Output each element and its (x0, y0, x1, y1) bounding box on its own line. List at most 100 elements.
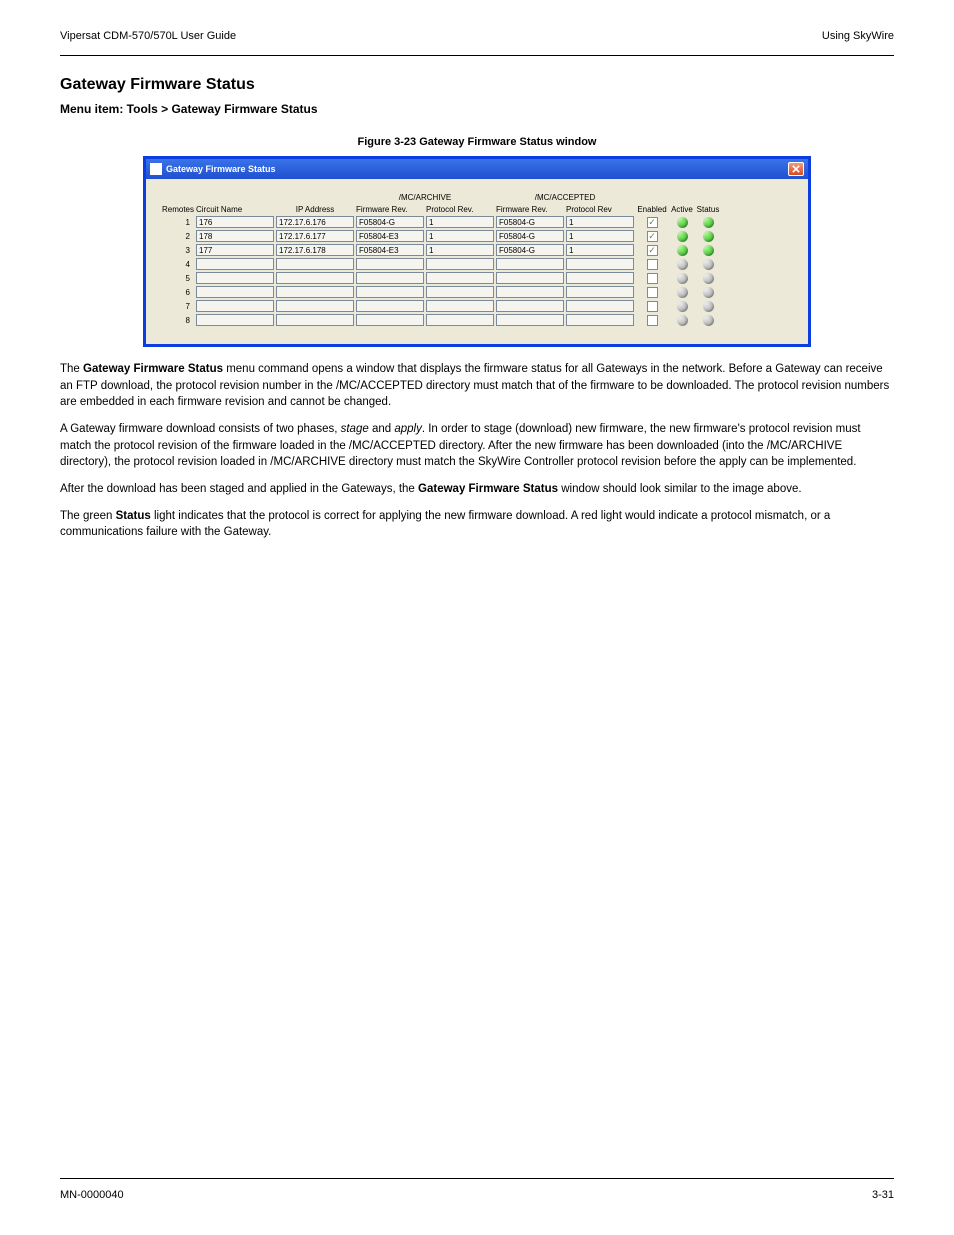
active-led (677, 231, 688, 242)
col-status: Status (696, 205, 720, 214)
active-led (677, 315, 688, 326)
page-header: Vipersat CDM-570/570L User Guide Using S… (0, 0, 954, 52)
firmware-archive-input[interactable] (356, 244, 424, 256)
close-button[interactable] (788, 162, 804, 176)
firmware-archive-input[interactable] (356, 230, 424, 242)
ip-address-input[interactable] (276, 216, 354, 228)
protocol-accepted-input[interactable] (566, 230, 634, 242)
circuit-name-input[interactable] (196, 300, 274, 312)
enabled-checkbox[interactable] (647, 273, 658, 284)
protocol-accepted-input[interactable] (566, 258, 634, 270)
firmware-archive-input[interactable] (356, 258, 424, 270)
protocol-archive-input[interactable] (426, 216, 494, 228)
protocol-archive-input[interactable] (426, 244, 494, 256)
protocol-accepted-input[interactable] (566, 314, 634, 326)
enabled-checkbox[interactable] (647, 287, 658, 298)
ip-address-input[interactable] (276, 272, 354, 284)
row-number: 4 (156, 260, 194, 269)
row-number: 6 (156, 288, 194, 297)
status-led (703, 259, 714, 270)
group-header-accepted: /MC/ACCEPTED (496, 193, 634, 203)
group-header-archive: /MC/ARCHIVE (356, 193, 494, 203)
firmware-archive-input[interactable] (356, 300, 424, 312)
protocol-archive-input[interactable] (426, 314, 494, 326)
enabled-checkbox[interactable] (647, 231, 658, 242)
protocol-accepted-input[interactable] (566, 244, 634, 256)
firmware-accepted-input[interactable] (496, 272, 564, 284)
col-circuit: Circuit Name (196, 205, 274, 214)
col-active: Active (670, 205, 694, 214)
paragraph-4: The green Status light indicates that th… (60, 508, 894, 541)
app-icon (150, 163, 162, 175)
col-enabled: Enabled (636, 205, 668, 214)
protocol-archive-input[interactable] (426, 300, 494, 312)
firmware-accepted-input[interactable] (496, 300, 564, 312)
circuit-name-input[interactable] (196, 244, 274, 256)
protocol-accepted-input[interactable] (566, 272, 634, 284)
col-remotes: Remotes (156, 205, 194, 214)
active-led (677, 287, 688, 298)
protocol-archive-input[interactable] (426, 272, 494, 284)
section-title: Gateway Firmware Status (60, 76, 894, 94)
row-number: 8 (156, 316, 194, 325)
active-led (677, 217, 688, 228)
status-grid: /MC/ARCHIVE/MC/ACCEPTED RemotesCircuit Na… (156, 193, 798, 326)
col-protorev-archive: Protocol Rev. (426, 205, 494, 214)
circuit-name-input[interactable] (196, 230, 274, 242)
section-subtitle: Menu item: Tools > Gateway Firmware Stat… (60, 102, 894, 116)
firmware-archive-input[interactable] (356, 286, 424, 298)
close-icon (792, 165, 800, 173)
protocol-archive-input[interactable] (426, 230, 494, 242)
footer-right: 3-31 (872, 1189, 894, 1201)
firmware-accepted-input[interactable] (496, 286, 564, 298)
circuit-name-input[interactable] (196, 286, 274, 298)
firmware-archive-input[interactable] (356, 314, 424, 326)
paragraph-3: After the download has been staged and a… (60, 481, 894, 498)
row-number: 3 (156, 246, 194, 255)
status-led (703, 287, 714, 298)
window-title: Gateway Firmware Status (166, 164, 276, 174)
protocol-archive-input[interactable] (426, 286, 494, 298)
circuit-name-input[interactable] (196, 216, 274, 228)
firmware-accepted-input[interactable] (496, 230, 564, 242)
paragraph-1: The Gateway Firmware Status menu command… (60, 361, 894, 411)
firmware-archive-input[interactable] (356, 216, 424, 228)
footer-left: MN-0000040 (60, 1189, 124, 1201)
ip-address-input[interactable] (276, 314, 354, 326)
ip-address-input[interactable] (276, 258, 354, 270)
header-left: Vipersat CDM-570/570L User Guide (60, 30, 236, 42)
ip-address-input[interactable] (276, 230, 354, 242)
window-body: /MC/ARCHIVE/MC/ACCEPTED RemotesCircuit Na… (146, 179, 808, 344)
col-fwrev-archive: Firmware Rev. (356, 205, 424, 214)
protocol-accepted-input[interactable] (566, 300, 634, 312)
window-titlebar: Gateway Firmware Status (146, 159, 808, 179)
firmware-accepted-input[interactable] (496, 244, 564, 256)
status-led (703, 301, 714, 312)
protocol-accepted-input[interactable] (566, 216, 634, 228)
enabled-checkbox[interactable] (647, 245, 658, 256)
firmware-accepted-input[interactable] (496, 258, 564, 270)
enabled-checkbox[interactable] (647, 315, 658, 326)
enabled-checkbox[interactable] (647, 217, 658, 228)
enabled-checkbox[interactable] (647, 259, 658, 270)
ip-address-input[interactable] (276, 244, 354, 256)
ip-address-input[interactable] (276, 286, 354, 298)
circuit-name-input[interactable] (196, 258, 274, 270)
status-led (703, 231, 714, 242)
row-number: 2 (156, 232, 194, 241)
firmware-accepted-input[interactable] (496, 314, 564, 326)
enabled-checkbox[interactable] (647, 301, 658, 312)
circuit-name-input[interactable] (196, 314, 274, 326)
ip-address-input[interactable] (276, 300, 354, 312)
status-led (703, 217, 714, 228)
col-ip: IP Address (276, 205, 354, 214)
active-led (677, 245, 688, 256)
header-right: Using SkyWire (822, 30, 894, 42)
protocol-accepted-input[interactable] (566, 286, 634, 298)
status-led (703, 315, 714, 326)
protocol-archive-input[interactable] (426, 258, 494, 270)
firmware-accepted-input[interactable] (496, 216, 564, 228)
firmware-archive-input[interactable] (356, 272, 424, 284)
footer-rule (60, 1178, 894, 1179)
circuit-name-input[interactable] (196, 272, 274, 284)
